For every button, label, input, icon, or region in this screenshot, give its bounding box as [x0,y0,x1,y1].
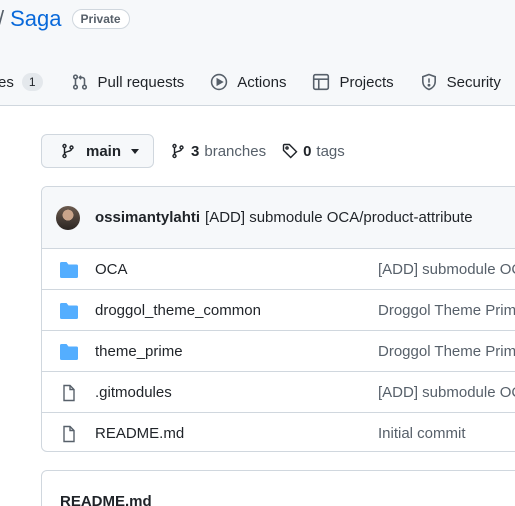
branch-bar: main 3 branches 0 tags [41,134,345,168]
file-icon [63,425,75,443]
file-commit-link[interactable]: Droggol Theme Prime [378,302,515,319]
file-row: OCA [ADD] submodule OCA/product-attribut… [42,249,515,290]
file-row: theme_prime Droggol Theme Prime [42,331,515,372]
git-branch-icon [172,143,184,159]
pull-request-icon [72,74,87,90]
folder-icon [60,303,78,319]
table-icon [313,73,330,91]
tab-issues-label: es [0,73,14,91]
file-name-link[interactable]: theme_prime [95,343,183,360]
commit-message-link[interactable]: [ADD] submodule OCA/product-attribute [205,209,473,226]
tab-security[interactable]: Security [420,73,501,91]
repo-name-link[interactable]: Saga [10,6,61,32]
tab-projects-label: Projects [339,73,394,91]
file-commit-link[interactable]: [ADD] submodule OCA/product-attribute [378,261,515,278]
file-row: .gitmodules [ADD] submodule OCA/product-… [42,372,515,413]
file-row: droggol_theme_common Droggol Theme Prime [42,290,515,331]
tab-pull-requests[interactable]: Pull requests [71,73,185,91]
repo-title: / Saga Private [0,6,130,32]
tab-projects[interactable]: Projects [312,73,394,91]
file-name-link[interactable]: .gitmodules [95,384,172,401]
commit-author-link[interactable]: ossimantylahti [95,209,200,226]
play-circle-icon [211,73,228,91]
repo-nav-tabs: es 1 Pull requests Actions Projects Secu… [0,66,515,98]
branches-count: 3 [191,142,200,160]
shield-icon [421,73,436,91]
file-commit-link[interactable]: Initial commit [378,425,466,442]
file-row: README.md Initial commit [42,413,515,451]
caret-down-icon [131,148,140,154]
tab-security-label: Security [446,73,501,91]
issues-counter: 1 [21,73,43,91]
file-icon [63,384,75,402]
folder-icon [60,344,78,360]
tags-count: 0 [303,142,312,160]
branch-name: main [86,142,122,160]
folder-icon [60,262,78,278]
tags-link[interactable]: 0 tags [282,143,345,160]
avatar[interactable] [56,205,80,230]
file-commit-link[interactable]: [ADD] submodule OCA/product-attribute [378,384,515,401]
file-name-link[interactable]: OCA [95,261,128,278]
readme-panel: README.md [41,470,515,506]
file-browser: ossimantylahti [ADD] submodule OCA/produ… [41,186,515,452]
git-branch-icon [62,143,74,159]
branch-select-button[interactable]: main [41,134,155,168]
tab-actions[interactable]: Actions [210,73,286,91]
file-name-link[interactable]: README.md [95,425,184,442]
branches-link[interactable]: 3 branches [170,143,266,160]
branches-label: branches [204,142,267,160]
readme-title[interactable]: README.md [60,493,152,506]
tab-pull-requests-label: Pull requests [97,73,185,91]
path-separator: / [0,6,4,32]
file-name-link[interactable]: droggol_theme_common [95,302,261,319]
tab-actions-label: Actions [237,73,287,91]
latest-commit-bar: ossimantylahti [ADD] submodule OCA/produ… [42,187,515,249]
tags-label: tags [316,142,345,160]
visibility-badge: Private [71,9,130,29]
tab-issues[interactable]: es 1 [0,73,43,91]
file-commit-link[interactable]: Droggol Theme Prime [378,343,515,360]
repo-header: / Saga Private es 1 Pull requests Action… [0,0,515,106]
tag-icon [282,143,298,159]
